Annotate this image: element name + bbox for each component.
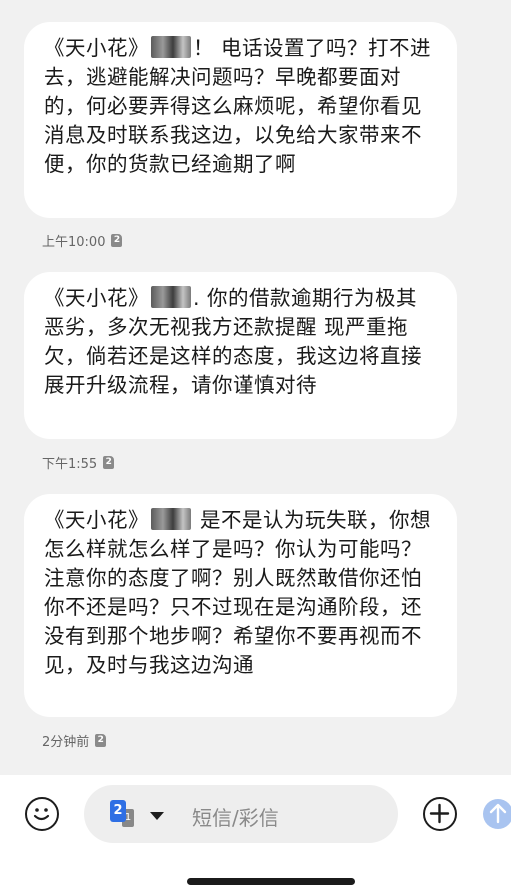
message-bubble[interactable]: 《天小花》. 你的借款逾期行为极其恶劣，多次无视我方还款提醒 现严重拖欠，倘若还… — [24, 272, 457, 439]
smiley-icon[interactable] — [25, 797, 59, 831]
message-time: 2分钟前 — [42, 735, 90, 750]
message-text: 是不是认为玩失联，你想怎么样就怎么样了是吗？你认为可能吗？注意你的态度了啊？别人… — [44, 508, 432, 677]
message-meta: 2分钟前 2 — [42, 731, 107, 750]
smiley-icon-glyph — [33, 808, 50, 821]
sms-conversation-screen: 《天小花》！ 电话设置了吗？打不进去，逃避能解决问题吗？早晚都要面对的，何必要弄… — [0, 0, 511, 895]
message-input[interactable]: 1 2 短信/彩信 — [84, 785, 398, 843]
sim-selector[interactable]: 1 2 — [110, 800, 170, 830]
redacted-mask — [151, 36, 191, 58]
sim-card-icon: 2 — [111, 234, 123, 247]
message-meta: 下午1:55 2 — [42, 453, 115, 472]
message-meta: 上午10:00 2 — [42, 231, 123, 250]
sim-card-icon: 2 — [103, 456, 115, 469]
message-time: 上午10:00 — [42, 235, 106, 250]
chevron-down-icon — [150, 812, 164, 820]
arrow-up-icon — [489, 803, 507, 824]
sim-card-icon: 2 — [110, 800, 126, 822]
redacted-mask — [151, 286, 191, 308]
message-bubble[interactable]: 《天小花》！ 电话设置了吗？打不进去，逃避能解决问题吗？早晚都要面对的，何必要弄… — [24, 22, 457, 218]
message-list[interactable]: 《天小花》！ 电话设置了吗？打不进去，逃避能解决问题吗？早晚都要面对的，何必要弄… — [0, 0, 511, 775]
send-button[interactable] — [483, 799, 511, 829]
plus-circle-icon[interactable] — [423, 797, 457, 831]
message-time: 下午1:55 — [42, 457, 98, 472]
redacted-mask — [151, 508, 191, 530]
composer-bar: 1 2 短信/彩信 — [0, 775, 511, 895]
plus-icon-glyph — [429, 803, 450, 824]
input-placeholder: 短信/彩信 — [192, 806, 279, 830]
message-sender: 《天小花》 — [44, 36, 149, 60]
message-sender: 《天小花》 — [44, 286, 149, 310]
message-sender: 《天小花》 — [44, 508, 149, 532]
message-bubble[interactable]: 《天小花》 是不是认为玩失联，你想怎么样就怎么样了是吗？你认为可能吗？注意你的态… — [24, 494, 457, 717]
home-indicator[interactable] — [187, 878, 355, 885]
sim-card-icon: 2 — [95, 734, 107, 747]
